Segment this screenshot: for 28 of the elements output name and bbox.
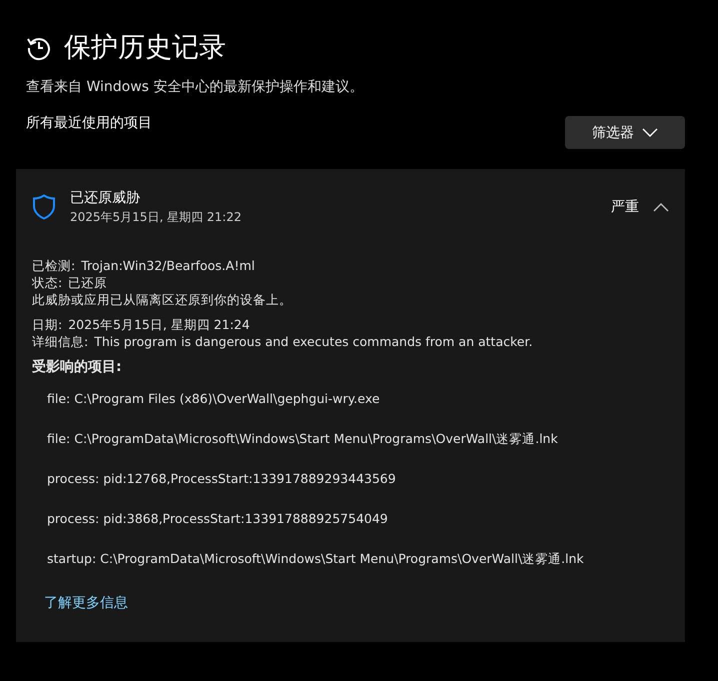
filter-button[interactable]: 筛选器 [565, 116, 685, 149]
detail-value: 已还原 [68, 275, 108, 290]
affected-heading: 受影响的项目: [32, 358, 123, 376]
event-title: 已还原威胁 [70, 188, 141, 206]
detail-label: 日期: [32, 317, 62, 332]
affected-item: file: C:\ProgramData\Microsoft\Windows\Start Menu\Programs\OverWall\迷雾通.lnk [47, 430, 559, 448]
detail-value: Trojan:Win32/Bearfoos.A!ml [81, 258, 255, 273]
affected-item: startup: C:\ProgramData\Microsoft\Windows\Start Menu\Programs\OverWall\迷雾通.lnk [47, 550, 585, 568]
detail-label: 已检测: [32, 258, 76, 273]
affected-item: process: pid:3868,ProcessStart:133917888925754049 [47, 510, 389, 528]
page-subtitle: 查看来自 Windows 安全中心的最新保护操作和建议。 [25, 78, 364, 96]
detail-message: 此威胁或应用已从隔离区还原到你的设备上。 [32, 291, 293, 308]
chevron-down-icon [642, 128, 658, 138]
detail-label: 状态: [32, 275, 62, 290]
chevron-up-icon [653, 202, 669, 212]
history-icon [26, 35, 52, 61]
detail-value: This program is dangerous and executes commands from an attacker. [94, 334, 533, 349]
page-title: 保护历史记录 [64, 31, 226, 65]
affected-item: file: C:\Program Files (x86)\OverWall\gephgui-wry.exe [47, 390, 381, 408]
event-timestamp: 2025年5月15日, 星期四 21:22 [70, 208, 242, 226]
detail-value: 2025年5月15日, 星期四 21:24 [68, 317, 250, 332]
section-label: 所有最近使用的项目 [26, 114, 152, 132]
detail-label: 详细信息: [32, 334, 88, 349]
learn-more-link[interactable]: 了解更多信息 [44, 594, 128, 612]
severity-label: 严重 [611, 198, 639, 216]
event-header[interactable]: 已还原威胁 2025年5月15日, 星期四 21:22 严重 [16, 169, 685, 227]
affected-item: process: pid:12768,ProcessStart:133917889293443569 [47, 470, 397, 488]
shield-icon [32, 194, 56, 220]
